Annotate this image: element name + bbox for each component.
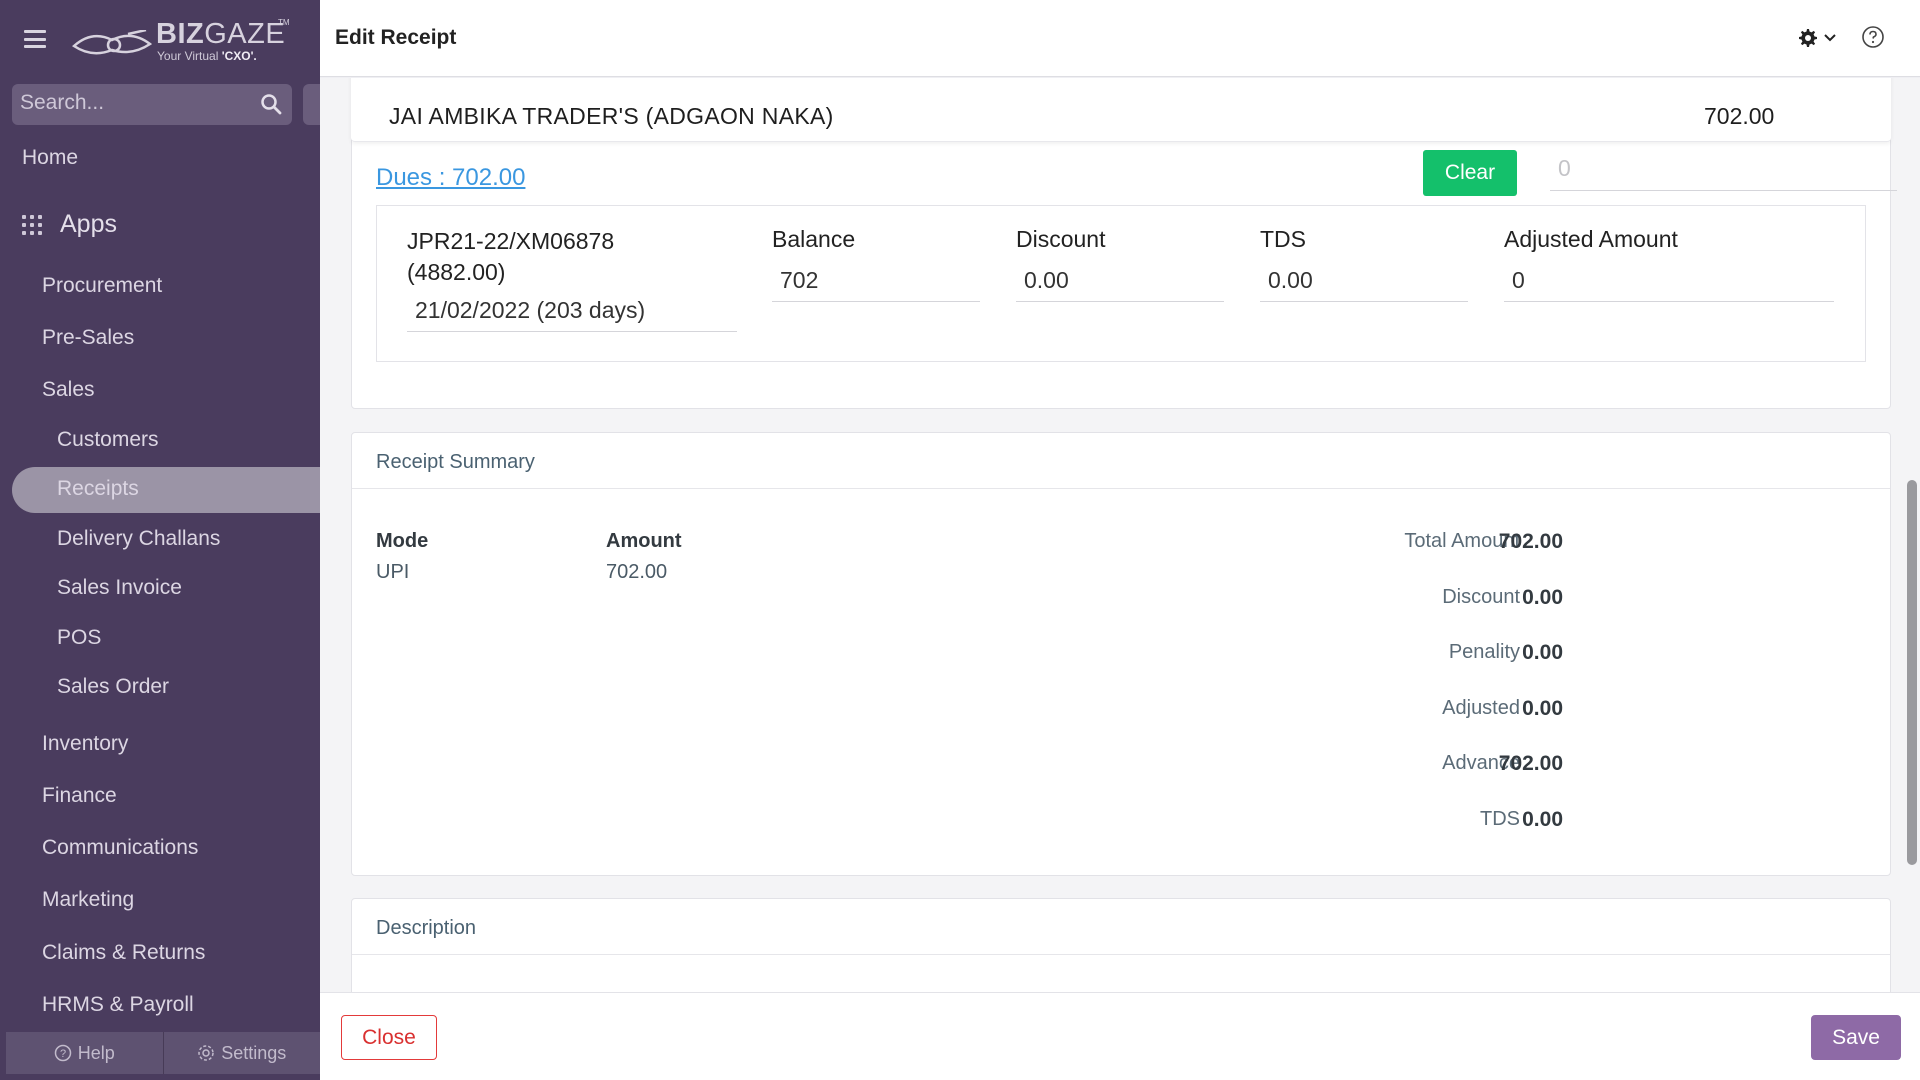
customer-amount: 702.00: [1704, 103, 1775, 129]
customer-row[interactable]: JAI AMBIKA TRADER'S (ADGAON NAKA) 702.00: [351, 78, 1891, 142]
tds-total-value: 0.00: [1522, 808, 1563, 831]
svg-text:?: ?: [60, 1048, 66, 1060]
logo-tagline: Your Virtual 'CXO'.: [157, 49, 257, 63]
main-panel: Edit Receipt JAI AMBIKA TRADER'S (ADGAON…: [320, 0, 1920, 1080]
invoice-date-field[interactable]: [407, 290, 737, 332]
penality-value: 0.00: [1522, 641, 1563, 664]
footer-bar: Close Save: [320, 992, 1920, 1080]
mode-value: UPI: [376, 561, 410, 583]
sidebar-footer: ? Help Settings: [6, 1032, 320, 1074]
logo-text: BIZGAZE: [156, 18, 286, 50]
discount-total-value: 0.00: [1522, 586, 1563, 609]
logo-tm: TM: [278, 18, 290, 27]
search-box: [12, 84, 292, 125]
adjust-amount-input[interactable]: [1550, 147, 1897, 191]
apps-grid-icon: [22, 214, 42, 235]
nav-communications[interactable]: Communications: [42, 836, 198, 860]
search-input[interactable]: [20, 91, 250, 115]
search-icon[interactable]: [260, 93, 282, 115]
nav-receipts[interactable]: Receipts: [57, 477, 139, 501]
advance-value: 702.00: [1498, 752, 1563, 775]
nav-procurement[interactable]: Procurement: [42, 274, 162, 298]
gear-icon: [1799, 29, 1817, 47]
receipt-summary-card: Receipt Summary Mode Amount UPI 702.00 T…: [351, 432, 1891, 876]
tds-label: TDS: [1260, 226, 1306, 252]
nav-sales[interactable]: Sales: [42, 378, 95, 402]
nav-pre-sales[interactable]: Pre-Sales: [42, 326, 134, 350]
sidebar: BIZGAZE TM Your Virtual 'CXO'. Home Apps…: [0, 0, 320, 1080]
clear-button[interactable]: Clear: [1423, 150, 1517, 196]
discount-field[interactable]: [1016, 260, 1224, 302]
tds-field[interactable]: [1260, 260, 1468, 302]
logo[interactable]: BIZGAZE TM Your Virtual 'CXO'.: [72, 18, 292, 68]
description-title: Description: [376, 917, 477, 939]
discount-label: Discount: [1016, 226, 1106, 252]
menu-icon[interactable]: [24, 30, 46, 48]
close-button[interactable]: Close: [341, 1015, 437, 1060]
nav-marketing[interactable]: Marketing: [42, 888, 134, 912]
search-collapse-stub[interactable]: [303, 84, 320, 125]
dues-link[interactable]: Dues : 702.00: [376, 164, 525, 192]
help-circle-icon[interactable]: [1861, 25, 1885, 49]
amount-header: Amount: [606, 530, 682, 552]
logo-eye-icon: [72, 30, 152, 55]
amount-value: 702.00: [606, 561, 668, 583]
save-button[interactable]: Save: [1811, 1015, 1901, 1060]
balance-label: Balance: [772, 226, 856, 252]
receipt-summary-title: Receipt Summary: [376, 451, 535, 473]
nav-delivery-challans[interactable]: Delivery Challans: [57, 527, 220, 551]
nav-home[interactable]: Home: [22, 146, 78, 170]
settings-icon: [198, 1045, 214, 1061]
nav-sales-order[interactable]: Sales Order: [57, 675, 169, 699]
invoice-number: JPR21-22/XM06878 (4882.00): [407, 228, 615, 285]
nav-sales-invoice[interactable]: Sales Invoice: [57, 576, 182, 600]
invoice-row: JPR21-22/XM06878(4882.00) Balance Discou…: [376, 205, 1866, 362]
nav-claims-returns[interactable]: Claims & Returns: [42, 941, 205, 965]
sidebar-header: BIZGAZE TM Your Virtual 'CXO'.: [0, 0, 320, 82]
settings-link[interactable]: Settings: [164, 1032, 321, 1074]
mode-header: Mode: [376, 530, 429, 552]
adjusted-total-value: 0.00: [1522, 697, 1563, 720]
nav-customers[interactable]: Customers: [57, 428, 159, 452]
total-amount-value: 702.00: [1498, 530, 1563, 553]
description-divider: [352, 954, 1890, 955]
adjusted-amount-label: Adjusted Amount: [1504, 226, 1678, 252]
customer-dues-card: JAI AMBIKA TRADER'S (ADGAON NAKA) 702.00…: [351, 78, 1897, 409]
nav-apps[interactable]: Apps: [22, 210, 117, 239]
balance-field[interactable]: [772, 260, 980, 302]
help-link[interactable]: ? Help: [6, 1032, 164, 1074]
nav-apps-label: Apps: [60, 210, 117, 238]
page-header: Edit Receipt: [320, 0, 1920, 77]
nav-finance[interactable]: Finance: [42, 784, 117, 808]
nav-inventory[interactable]: Inventory: [42, 732, 128, 756]
help-icon: ?: [54, 1044, 71, 1062]
customer-name: JAI AMBIKA TRADER'S (ADGAON NAKA): [389, 103, 834, 129]
summary-divider: [352, 488, 1890, 489]
chevron-down-icon: [1824, 34, 1836, 42]
nav-pos[interactable]: POS: [57, 626, 101, 650]
content-area: JAI AMBIKA TRADER'S (ADGAON NAKA) 702.00…: [320, 78, 1920, 992]
page-title: Edit Receipt: [335, 26, 457, 49]
description-card: Description: [351, 898, 1891, 992]
nav-hrms-payroll[interactable]: HRMS & Payroll: [42, 993, 194, 1017]
scrollbar-thumb[interactable]: [1907, 480, 1917, 865]
settings-dropdown[interactable]: [1798, 28, 1836, 48]
adjusted-amount-field[interactable]: [1504, 260, 1834, 302]
